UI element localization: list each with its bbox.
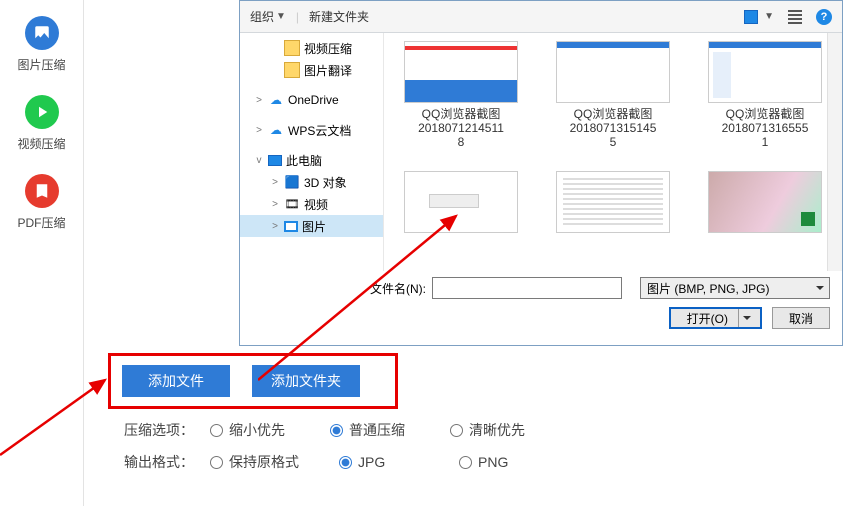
tree-item-pictures[interactable]: >图片	[240, 215, 383, 237]
thumbnail-preview	[404, 41, 518, 103]
filename-input[interactable]	[432, 277, 622, 299]
file-thumbnail[interactable]: QQ浏览器截图 2018071315145 5	[548, 41, 678, 149]
add-folder-button[interactable]: 添加文件夹	[252, 365, 360, 397]
radio-shrink-priority[interactable]: 缩小优先	[210, 420, 290, 440]
chevron-down-icon: ▼	[764, 11, 774, 22]
thumbnail-preview	[556, 171, 670, 233]
open-file-dialog: 组织▼ | 新建文件夹 ▼ ? 视频压缩 图片翻译 >☁OneDrive >☁W…	[239, 0, 843, 346]
tree-item-this-pc[interactable]: v此电脑	[240, 149, 383, 171]
file-thumbnail[interactable]	[548, 161, 678, 237]
tree-item-onedrive[interactable]: >☁OneDrive	[240, 89, 383, 111]
folder-icon	[284, 62, 300, 78]
view-mode-button[interactable]: ▼	[744, 10, 774, 24]
image-icon	[25, 16, 59, 50]
sidebar-item-label: PDF压缩	[17, 214, 65, 231]
file-thumbnail[interactable]	[700, 161, 830, 237]
thumbnail-preview	[708, 41, 822, 103]
file-thumbnails-pane: QQ浏览器截图 2018071214511 8 QQ浏览器截图 20180713…	[384, 33, 842, 271]
navigation-tree: 视频压缩 图片翻译 >☁OneDrive >☁WPS云文档 v此电脑 >🟦3D …	[240, 33, 384, 271]
sidebar-item-label: 图片压缩	[17, 56, 65, 73]
output-format-radios: 保持原格式 JPG PNG	[210, 452, 539, 472]
radio-keep-format[interactable]: 保持原格式	[210, 452, 299, 472]
organize-menu[interactable]: 组织	[250, 8, 274, 25]
options-panel: 压缩选项： 缩小优先 普通压缩 清晰优先 输出格式： 保持原格式 JPG PNG	[124, 420, 539, 484]
sidebar-item-video-compress[interactable]: 视频压缩	[0, 95, 83, 152]
tree-item[interactable]: 图片翻译	[240, 59, 383, 81]
dialog-toolbar: 组织▼ | 新建文件夹 ▼ ?	[240, 1, 842, 33]
app-sidebar: 图片压缩 视频压缩 PDF压缩	[0, 0, 84, 506]
output-format-label: 输出格式：	[124, 452, 202, 472]
thumbnail-preview	[404, 171, 518, 233]
radio-png[interactable]: PNG	[459, 452, 539, 472]
pictures-folder-icon	[284, 221, 298, 232]
thumbnail-preview	[708, 171, 822, 233]
pdf-icon	[25, 174, 59, 208]
radio-jpg[interactable]: JPG	[339, 452, 419, 472]
film-icon: 🎞	[284, 196, 300, 212]
file-thumbnail[interactable]: QQ浏览器截图 2018071214511 8	[396, 41, 526, 149]
chevron-down-icon[interactable]	[738, 309, 756, 327]
play-icon	[25, 95, 59, 129]
help-icon[interactable]: ?	[816, 9, 832, 25]
thumbnail-preview	[556, 41, 670, 103]
sidebar-item-image-compress[interactable]: 图片压缩	[0, 16, 83, 73]
cloud-icon: ☁	[268, 92, 284, 108]
compress-options-radios: 缩小优先 普通压缩 清晰优先	[210, 420, 530, 440]
cancel-button[interactable]: 取消	[772, 307, 830, 329]
cloud-icon: ☁	[268, 122, 284, 138]
tree-item[interactable]: >🎞视频	[240, 193, 383, 215]
details-pane-button[interactable]	[788, 10, 802, 24]
dialog-footer: 文件名(N): 图片 (BMP, PNG, JPG) 打开(O) 取消	[240, 271, 842, 339]
add-file-button[interactable]: 添加文件	[122, 365, 230, 397]
add-buttons-group: 添加文件 添加文件夹	[122, 365, 360, 397]
sidebar-item-pdf-compress[interactable]: PDF压缩	[0, 174, 83, 231]
tree-item[interactable]: >🟦3D 对象	[240, 171, 383, 193]
radio-normal-compress[interactable]: 普通压缩	[330, 420, 410, 440]
file-thumbnail[interactable]	[396, 161, 526, 237]
file-thumbnail[interactable]: QQ浏览器截图 2018071316555 1	[700, 41, 830, 149]
tree-item[interactable]: 视频压缩	[240, 37, 383, 59]
compress-options-label: 压缩选项：	[124, 420, 202, 440]
chevron-down-icon: ▼	[276, 11, 286, 22]
sidebar-item-label: 视频压缩	[17, 135, 65, 152]
radio-clarity-priority[interactable]: 清晰优先	[450, 420, 530, 440]
monitor-icon	[268, 155, 282, 166]
tree-item-wpscloud[interactable]: >☁WPS云文档	[240, 119, 383, 141]
filename-label: 文件名(N):	[368, 280, 426, 297]
cube-icon: 🟦	[284, 174, 300, 190]
open-button[interactable]: 打开(O)	[669, 307, 762, 329]
new-folder-button[interactable]: 新建文件夹	[309, 8, 369, 25]
folder-icon	[284, 40, 300, 56]
picture-icon	[744, 10, 758, 24]
file-type-filter[interactable]: 图片 (BMP, PNG, JPG)	[640, 277, 830, 299]
